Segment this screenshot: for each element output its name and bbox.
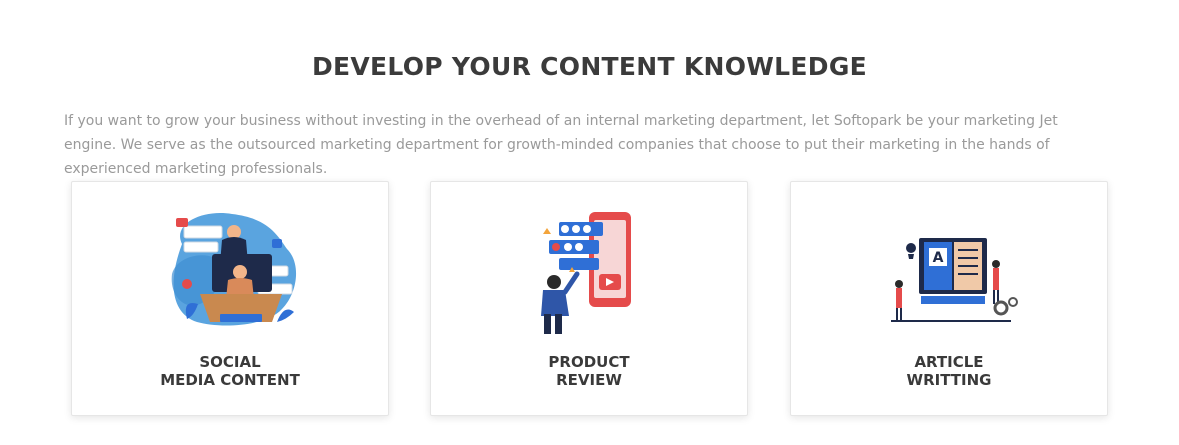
article-writing-illustration-icon: A: [891, 238, 1018, 322]
card-title-line1: SOCIAL: [199, 353, 261, 371]
social-media-illustration-icon: [171, 213, 297, 326]
card-social-media-content[interactable]: SOCIAL MEDIA CONTENT: [71, 181, 389, 416]
card-article-writing[interactable]: A ARTICLE WRITTING: [790, 181, 1108, 416]
card-product-review[interactable]: PRODUCT REVIEW: [430, 181, 748, 416]
card-title: SOCIAL MEDIA CONTENT: [72, 353, 388, 389]
card-title-line1: PRODUCT: [548, 353, 630, 371]
card-title: PRODUCT REVIEW: [431, 353, 747, 389]
card-title-line2: MEDIA CONTENT: [160, 371, 300, 389]
card-title-line2: REVIEW: [556, 371, 622, 389]
section-description: If you want to grow your business withou…: [64, 113, 1058, 177]
card-title-line2: WRITTING: [906, 371, 992, 389]
product-review-illustration-icon: [541, 212, 631, 334]
card-title-line1: ARTICLE: [914, 353, 984, 371]
svg-text:A: A: [933, 250, 944, 266]
section-title: DEVELOP YOUR CONTENT KNOWLEDGE: [311, 51, 868, 81]
card-title: ARTICLE WRITTING: [791, 353, 1107, 389]
